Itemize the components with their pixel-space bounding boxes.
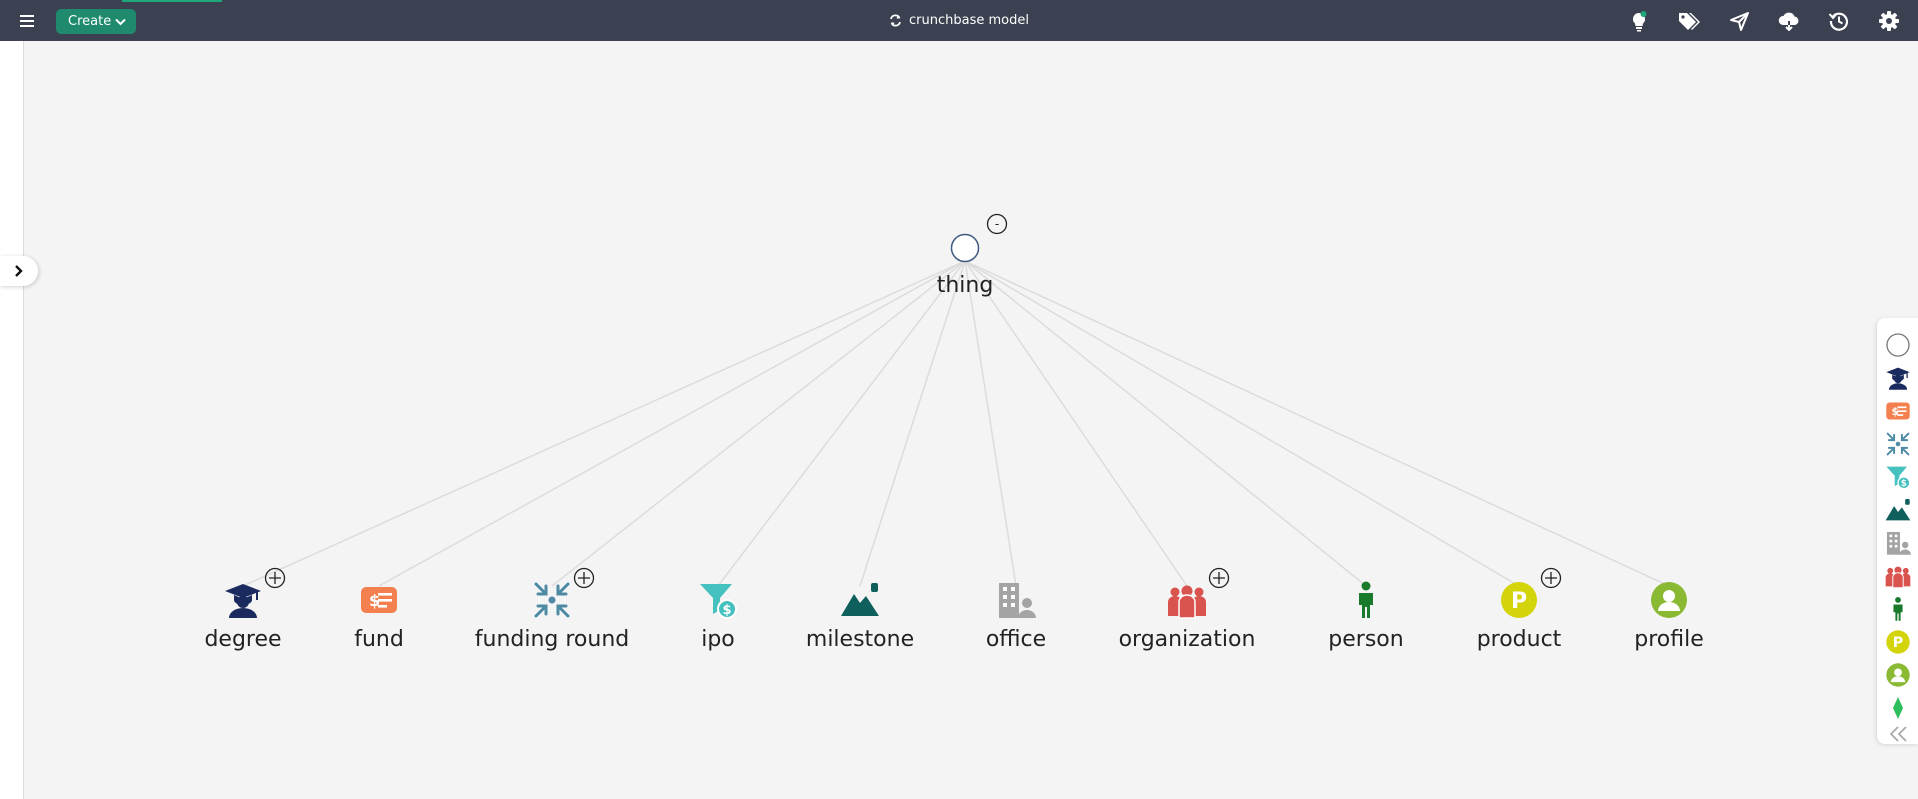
- expand-node-button[interactable]: [1540, 567, 1562, 589]
- tags-icon: [1679, 13, 1700, 30]
- svg-text:$: $: [722, 603, 731, 618]
- expand-node-button[interactable]: [264, 567, 286, 589]
- diamond-icon[interactable]: [1885, 695, 1911, 721]
- expand-node-button[interactable]: [573, 567, 595, 589]
- edge-fund: [378, 260, 966, 587]
- person-icon[interactable]: [1346, 580, 1386, 620]
- hamburger-menu-button[interactable]: [14, 8, 40, 34]
- fund-card-icon[interactable]: $: [359, 580, 399, 620]
- left-sidebar: [0, 41, 24, 799]
- graduate-icon[interactable]: [223, 580, 263, 620]
- svg-text:-: -: [995, 217, 999, 231]
- node-label-degree[interactable]: degree: [204, 627, 281, 652]
- top-bar: Create crunchbase model: [0, 0, 1918, 41]
- edge-office: [964, 260, 1017, 587]
- edge-ipo: [717, 260, 966, 587]
- node-label-office[interactable]: office: [986, 627, 1046, 652]
- node-label-ipo[interactable]: ipo: [701, 627, 735, 652]
- edge-milestone: [859, 260, 966, 587]
- node-label-product[interactable]: product: [1477, 627, 1562, 652]
- svg-text:$: $: [1901, 478, 1907, 488]
- create-button[interactable]: Create: [56, 9, 137, 34]
- chevron-right-icon: [15, 265, 23, 277]
- edge-person: [964, 260, 1367, 587]
- double-chevron-left-icon[interactable]: [1885, 721, 1911, 747]
- fund-card-icon[interactable]: $: [1885, 398, 1911, 424]
- edge-profile: [964, 260, 1670, 587]
- cloud-sync-button[interactable]: [1774, 8, 1804, 34]
- collapse-button[interactable]: -: [986, 213, 1008, 235]
- expand-node-button[interactable]: [1208, 567, 1230, 589]
- mountain-icon[interactable]: [1885, 497, 1911, 523]
- node-label-funding-round[interactable]: funding round: [475, 627, 629, 652]
- compress-arrows-icon[interactable]: [532, 580, 572, 620]
- toolbar-icons: [1624, 8, 1904, 34]
- edge-organization: [964, 260, 1188, 587]
- settings-button[interactable]: [1874, 8, 1904, 34]
- sync-icon: [890, 14, 901, 27]
- edge-product: [964, 260, 1520, 587]
- svg-text:P: P: [1893, 635, 1903, 651]
- root-node-label[interactable]: thing: [937, 273, 994, 298]
- create-button-label: Create: [68, 14, 112, 29]
- profile-user-icon[interactable]: [1885, 662, 1911, 688]
- person-icon[interactable]: [1885, 596, 1911, 622]
- empty-circle-icon[interactable]: [1885, 332, 1911, 358]
- office-building-icon[interactable]: [1885, 530, 1911, 556]
- node-label-person[interactable]: person: [1328, 627, 1403, 652]
- history-button[interactable]: [1824, 8, 1854, 34]
- funnel-dollar-icon[interactable]: $: [1885, 464, 1911, 490]
- graph-edges: [242, 260, 1670, 587]
- profile-user-icon[interactable]: [1649, 580, 1689, 620]
- edge-degree: [242, 260, 966, 587]
- lightbulb-icon: [1632, 11, 1647, 32]
- node-label-milestone[interactable]: milestone: [806, 627, 914, 652]
- edge-funding-round: [551, 260, 966, 587]
- root-node[interactable]: [950, 233, 980, 263]
- suggestions-button[interactable]: [1624, 8, 1654, 34]
- send-icon: [1730, 12, 1749, 31]
- hamburger-icon: [20, 15, 34, 27]
- graph-canvas: -: [242, 213, 1670, 589]
- product-p-icon[interactable]: P: [1499, 580, 1539, 620]
- graduate-icon[interactable]: [1885, 365, 1911, 391]
- product-p-icon[interactable]: P: [1885, 629, 1911, 655]
- chevron-down-icon: [115, 18, 126, 25]
- model-title[interactable]: crunchbase model: [889, 13, 1029, 28]
- node-label-profile[interactable]: profile: [1634, 627, 1704, 652]
- node-palette: $ $ P: [1877, 318, 1918, 744]
- tags-button[interactable]: [1674, 8, 1704, 34]
- people-group-icon[interactable]: [1167, 580, 1207, 620]
- compress-arrows-icon[interactable]: [1885, 431, 1911, 457]
- node-label-organization[interactable]: organization: [1119, 627, 1256, 652]
- people-group-icon[interactable]: [1885, 563, 1911, 589]
- expand-sidebar-button[interactable]: [0, 256, 38, 286]
- funnel-dollar-icon[interactable]: $: [698, 580, 738, 620]
- svg-text:P: P: [1511, 589, 1527, 614]
- model-title-text: crunchbase model: [909, 13, 1029, 28]
- office-building-icon[interactable]: [996, 580, 1036, 620]
- publish-button[interactable]: [1724, 8, 1754, 34]
- gear-icon: [1879, 11, 1899, 31]
- mountain-icon[interactable]: [840, 580, 880, 620]
- history-icon: [1828, 12, 1849, 31]
- active-tab-indicator: [122, 0, 222, 2]
- node-label-fund[interactable]: fund: [354, 627, 404, 652]
- cloud-icon: [1778, 12, 1799, 31]
